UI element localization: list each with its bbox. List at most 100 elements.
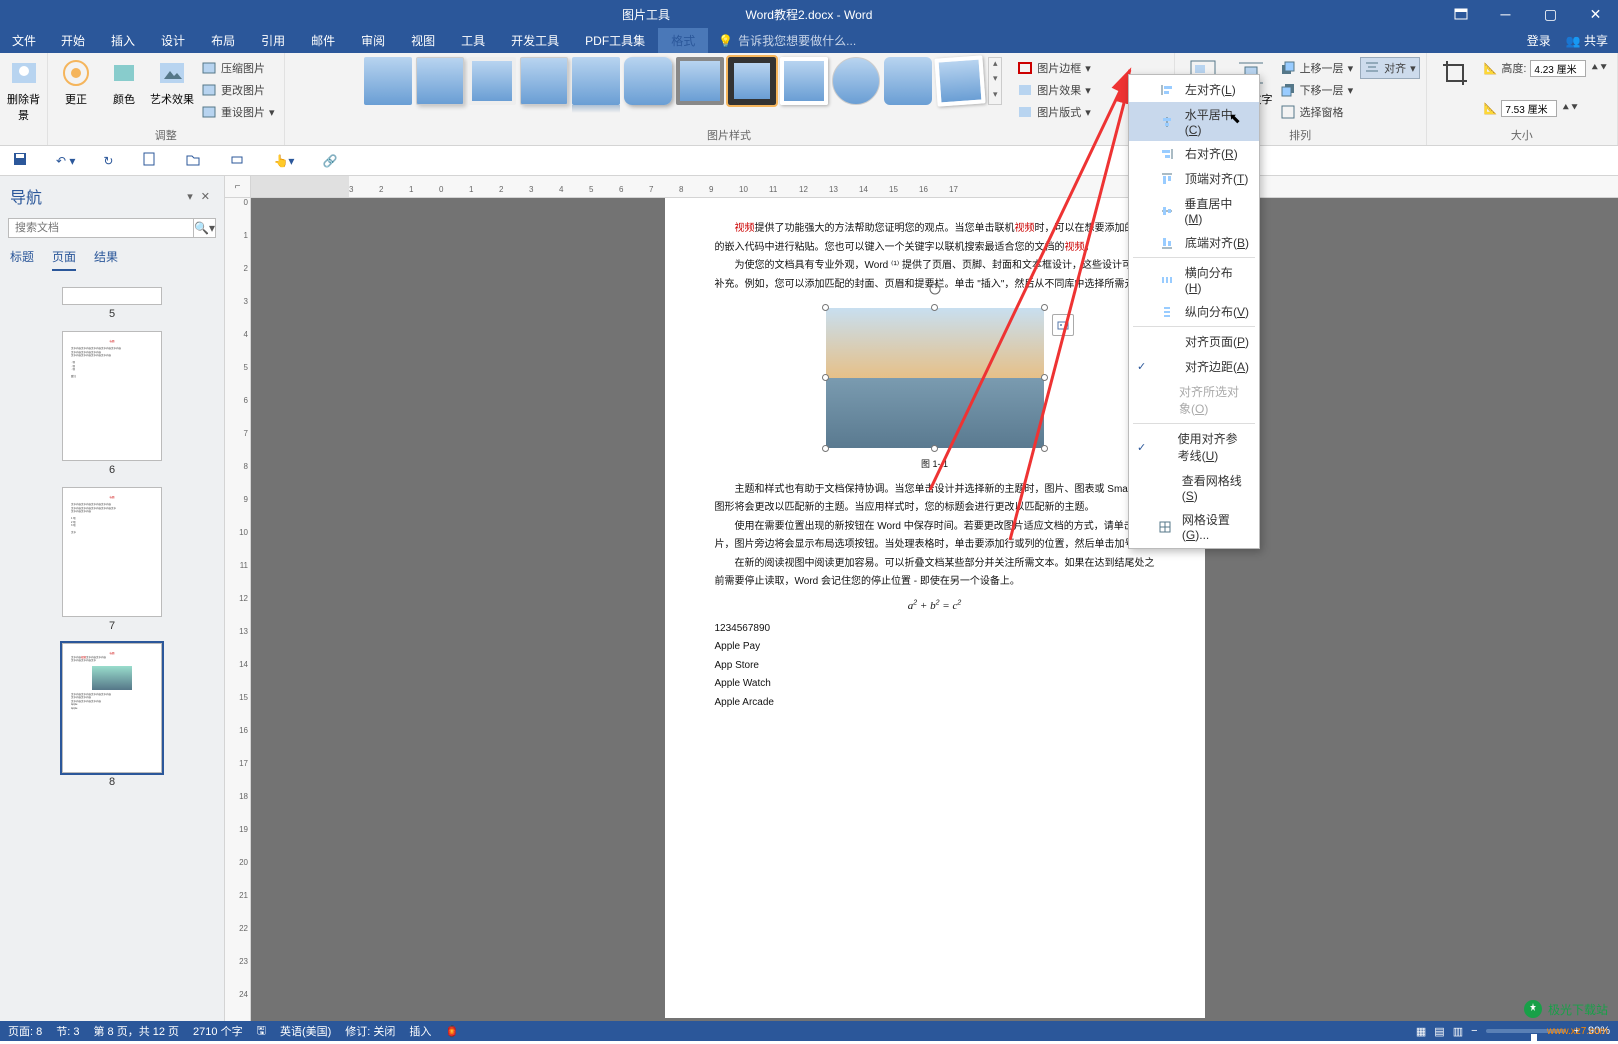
close-button[interactable]: ✕ [1573, 0, 1618, 28]
handle-sw[interactable] [822, 445, 829, 452]
align-to-margin[interactable]: ✓对齐边距(A) [1129, 354, 1259, 379]
distribute-horizontal[interactable]: 横向分布(H) [1129, 260, 1259, 299]
layout-options-icon[interactable] [1052, 314, 1074, 336]
rotate-handle[interactable] [928, 282, 942, 296]
status-pages[interactable]: 第 8 页，共 12 页 [93, 1023, 179, 1039]
chain-icon[interactable]: 🔗 [322, 154, 337, 168]
picture-layout-button[interactable]: 图片版式 ▾ [1014, 101, 1094, 123]
view-read-icon[interactable]: ▦ [1416, 1025, 1426, 1038]
tell-me[interactable]: 💡 告诉我您想要做什么... [708, 32, 1526, 49]
picture-effects-button[interactable]: 图片效果 ▾ [1014, 79, 1094, 101]
style-metal[interactable] [468, 57, 516, 105]
height-field[interactable]: 📐 高度: ⯅⯆ [1481, 57, 1611, 79]
open-icon[interactable] [185, 151, 201, 170]
align-left[interactable]: 左对齐(L) [1129, 77, 1259, 102]
print-icon[interactable] [229, 151, 245, 170]
handle-e[interactable] [1041, 374, 1048, 381]
style-rotated[interactable] [935, 55, 986, 106]
style-simple[interactable] [364, 57, 412, 105]
bring-forward-button[interactable]: 上移一层 ▾ [1277, 57, 1357, 79]
style-oval[interactable] [832, 57, 880, 105]
tab-home[interactable]: 开始 [48, 28, 98, 53]
tab-insert[interactable]: 插入 [98, 28, 148, 53]
picture-styles-gallery[interactable]: ▴▾▾ [364, 57, 1002, 105]
tab-mailings[interactable]: 邮件 [298, 28, 348, 53]
thumb-7[interactable]: 标题文字内容文字内容文字内容文字内容文字内容文字内容文字内容文字内容文字文字内容… [0, 487, 224, 635]
style-gallery-more[interactable]: ▴▾▾ [988, 57, 1002, 105]
nav-tab-pages[interactable]: 页面 [52, 248, 76, 271]
crop-button[interactable] [1433, 57, 1477, 89]
minimize-button[interactable]: ─ [1483, 0, 1528, 28]
align-button[interactable]: 对齐 ▾ [1360, 57, 1420, 79]
handle-s[interactable] [931, 445, 938, 452]
thumb-8[interactable]: 标题文字内容视频文字内容文字内容文字内容文字内容文字文字内容文字内容文字内容文字… [0, 643, 224, 791]
new-icon[interactable] [141, 151, 157, 170]
save-icon[interactable] [12, 151, 28, 170]
align-right[interactable]: 右对齐(R) [1129, 141, 1259, 166]
tab-developer[interactable]: 开发工具 [498, 28, 572, 53]
use-alignment-guides[interactable]: ✓使用对齐参考线(U) [1129, 426, 1259, 468]
undo-icon[interactable]: ↶ ▾ [56, 154, 75, 168]
align-bottom[interactable]: 底端对齐(B) [1129, 230, 1259, 255]
style-shadow[interactable] [416, 57, 464, 105]
handle-nw[interactable] [822, 304, 829, 311]
status-insert[interactable]: 插入 [409, 1023, 431, 1039]
grid-settings[interactable]: 网格设置(G)... [1129, 507, 1259, 546]
style-rounded[interactable] [624, 57, 672, 105]
style-thick-black[interactable] [728, 57, 776, 105]
style-mat[interactable] [676, 57, 724, 105]
selection-pane-button[interactable]: 选择窗格 [1277, 101, 1357, 123]
style-soft-round[interactable] [884, 57, 932, 105]
distribute-vertical[interactable]: 纵向分布(V) [1129, 299, 1259, 324]
tab-review[interactable]: 审阅 [348, 28, 398, 53]
compress-button[interactable]: 压缩图片 [198, 57, 278, 79]
status-words[interactable]: 2710 个字 [193, 1023, 243, 1039]
style-dropshadow[interactable] [520, 57, 568, 105]
view-print-icon[interactable]: ▤ [1434, 1025, 1444, 1038]
handle-w[interactable] [822, 374, 829, 381]
nav-close-button[interactable]: ✕ [197, 190, 214, 203]
touch-icon[interactable]: 👆▾ [273, 154, 294, 168]
corrections-button[interactable]: 更正 [54, 57, 98, 107]
horizontal-ruler[interactable]: 32101234567891011121314151617 [251, 176, 1618, 198]
selected-image[interactable] [826, 308, 1044, 448]
nav-search-input[interactable] [9, 219, 193, 237]
change-picture-button[interactable]: 更改图片 [198, 79, 278, 101]
handle-se[interactable] [1041, 445, 1048, 452]
status-section[interactable]: 节: 3 [56, 1023, 79, 1039]
align-vcenter[interactable]: 垂直居中(M) [1129, 191, 1259, 230]
handle-n[interactable] [931, 304, 938, 311]
view-web-icon[interactable]: ▥ [1453, 1025, 1463, 1038]
share-button[interactable]: 👥 共享 [1566, 32, 1608, 49]
tab-layout[interactable]: 布局 [198, 28, 248, 53]
nav-tab-headings[interactable]: 标题 [10, 248, 34, 271]
document-page[interactable]: 视频提供了功能强大的方法帮助您证明您的观点。当您单击联机视频时，可以在想要添加的… [665, 198, 1205, 1018]
artistic-button[interactable]: 艺术效果 [150, 57, 194, 107]
thumb-5[interactable]: 5 [0, 287, 224, 323]
send-backward-button[interactable]: 下移一层 ▾ [1277, 79, 1357, 101]
thumb-6[interactable]: 标题文字内容文字内容文字内容文字内容文字内容文字内容文字内容文字内容文字内容文字… [0, 331, 224, 479]
status-track[interactable]: 修订: 关闭 [345, 1023, 395, 1039]
status-page[interactable]: 页面: 8 [8, 1023, 42, 1039]
status-lang[interactable]: 英语(美国) [280, 1023, 331, 1039]
remove-bg-button[interactable]: 删除背景 [6, 57, 41, 123]
align-to-page[interactable]: 对齐页面(P) [1129, 329, 1259, 354]
tab-view[interactable]: 视图 [398, 28, 448, 53]
reset-picture-button[interactable]: 重设图片 ▾ [198, 101, 278, 123]
redo-icon[interactable]: ↻ [103, 154, 113, 168]
tab-tools[interactable]: 工具 [448, 28, 498, 53]
color-button[interactable]: 颜色 [102, 57, 146, 107]
tab-file[interactable]: 文件 [0, 28, 48, 53]
picture-border-button[interactable]: 图片边框 ▾ [1014, 57, 1094, 79]
login-link[interactable]: 登录 [1527, 32, 1551, 49]
handle-ne[interactable] [1041, 304, 1048, 311]
tab-format[interactable]: 格式 [658, 28, 708, 53]
nav-dropdown[interactable]: ▾ [183, 190, 197, 203]
document-area[interactable]: 32101234567891011121314151617 视频提供了功能强大的… [251, 176, 1618, 1021]
view-gridlines[interactable]: 查看网格线(S) [1129, 468, 1259, 507]
tab-pdf[interactable]: PDF工具集 [572, 28, 658, 53]
style-reflect[interactable] [572, 57, 620, 105]
ribbon-display-icon[interactable] [1438, 0, 1483, 28]
tab-references[interactable]: 引用 [248, 28, 298, 53]
tab-design[interactable]: 设计 [148, 28, 198, 53]
